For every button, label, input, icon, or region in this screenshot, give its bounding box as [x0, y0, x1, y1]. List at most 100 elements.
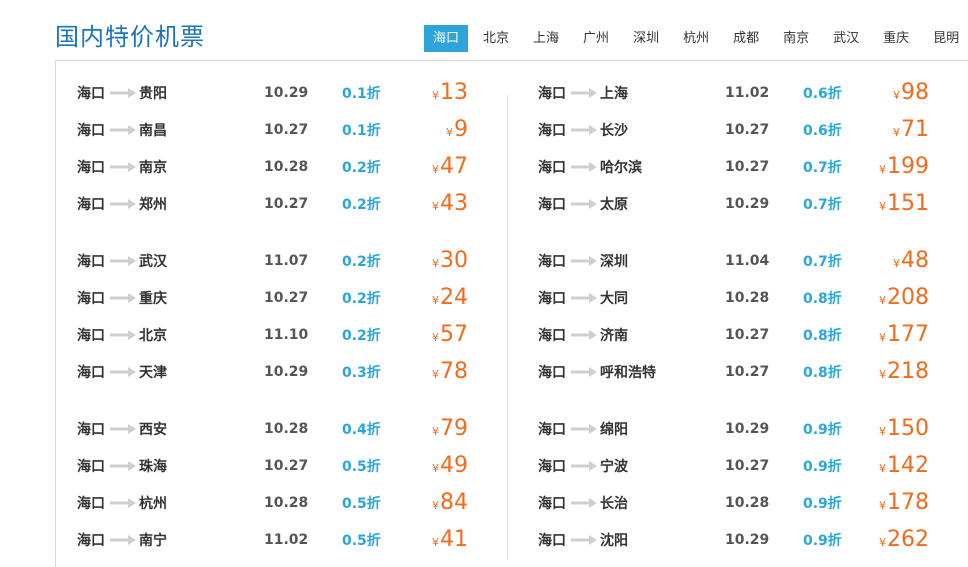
price: ¥142: [879, 452, 929, 480]
currency-symbol: ¥: [879, 294, 886, 307]
flight-row[interactable]: 海口 南宁 11.02 0.5折 ¥41: [77, 526, 468, 554]
discount-rate: 0.2折: [342, 254, 381, 270]
destination-city: 大同: [600, 291, 628, 307]
price: ¥208: [879, 284, 929, 312]
flight-date: 10.29: [725, 196, 770, 212]
price-value: 199: [887, 154, 929, 179]
destination-city: 上海: [600, 86, 628, 102]
destination-city: 杭州: [139, 496, 167, 512]
currency-symbol: ¥: [879, 536, 886, 549]
flight-date: 11.07: [264, 253, 309, 269]
flight-row[interactable]: 海口 大同 10.28 0.8折 ¥208: [538, 284, 929, 312]
arrow-right-icon: [110, 366, 136, 378]
flight-row[interactable]: 海口 呼和浩特 10.27 0.8折 ¥218: [538, 358, 929, 386]
tab-city[interactable]: 深圳: [624, 25, 668, 52]
flight-row[interactable]: 海口 上海 11.02 0.6折 ¥98: [538, 79, 929, 107]
tab-city[interactable]: 重庆: [874, 25, 918, 52]
flight-date: 11.04: [725, 253, 770, 269]
flight-row[interactable]: 海口 杭州 10.28 0.5折 ¥84: [77, 489, 468, 517]
currency-symbol: ¥: [879, 368, 886, 381]
discount-rate: 0.2折: [342, 197, 381, 213]
price-value: 208: [887, 285, 929, 310]
currency-symbol: ¥: [893, 89, 900, 102]
tab-city[interactable]: 杭州: [674, 25, 718, 52]
flight-row[interactable]: 海口 天津 10.29 0.3折 ¥78: [77, 358, 468, 386]
flight-row[interactable]: 海口 济南 10.27 0.8折 ¥177: [538, 321, 929, 349]
price: ¥78: [432, 358, 468, 386]
currency-symbol: ¥: [432, 425, 439, 438]
discount-rate: 0.8折: [803, 291, 842, 307]
discount-rate: 0.9折: [803, 496, 842, 512]
flight-row[interactable]: 海口 珠海 10.27 0.5折 ¥49: [77, 452, 468, 480]
tab-city[interactable]: 昆明: [924, 25, 968, 52]
origin-city: 海口: [538, 160, 566, 176]
arrow-right-icon: [571, 366, 597, 378]
destination-city: 珠海: [139, 459, 167, 475]
destination-city: 贵阳: [139, 86, 167, 102]
destination-city: 南宁: [139, 533, 167, 549]
flight-date: 10.27: [264, 122, 309, 138]
arrow-right-icon: [571, 534, 597, 546]
destination-city: 济南: [600, 328, 628, 344]
flight-row[interactable]: 海口 南京 10.28 0.2折 ¥47: [77, 153, 468, 181]
flight-date: 10.29: [264, 364, 309, 380]
destination-city: 太原: [600, 197, 628, 213]
discount-rate: 0.2折: [342, 291, 381, 307]
flight-row[interactable]: 海口 郑州 10.27 0.2折 ¥43: [77, 190, 468, 218]
discount-rate: 0.8折: [803, 365, 842, 381]
flight-row[interactable]: 海口 深圳 11.04 0.7折 ¥48: [538, 247, 929, 275]
origin-city: 海口: [538, 459, 566, 475]
discount-rate: 0.9折: [803, 422, 842, 438]
tab-city[interactable]: 上海: [524, 25, 568, 52]
origin-city: 海口: [538, 496, 566, 512]
flight-row[interactable]: 海口 长沙 10.27 0.6折 ¥71: [538, 116, 929, 144]
flight-row[interactable]: 海口 沈阳 10.29 0.9折 ¥262: [538, 526, 929, 554]
origin-city: 海口: [77, 328, 105, 344]
flight-date: 10.28: [264, 159, 309, 175]
discount-rate: 0.7折: [803, 197, 842, 213]
flight-row[interactable]: 海口 长治 10.28 0.9折 ¥178: [538, 489, 929, 517]
flight-date: 10.27: [725, 458, 770, 474]
origin-city: 海口: [538, 422, 566, 438]
tab-city[interactable]: 成都: [724, 25, 768, 52]
tab-city[interactable]: 海口: [424, 25, 469, 52]
flight-row[interactable]: 海口 贵阳 10.29 0.1折 ¥13: [77, 79, 468, 107]
flight-date: 10.29: [725, 532, 770, 548]
tab-city[interactable]: 北京: [474, 25, 518, 52]
tab-city[interactable]: 南京: [774, 25, 818, 52]
flight-row[interactable]: 海口 重庆 10.27 0.2折 ¥24: [77, 284, 468, 312]
origin-city: 海口: [538, 328, 566, 344]
arrow-right-icon: [110, 124, 136, 136]
flight-date: 10.27: [264, 458, 309, 474]
flight-row[interactable]: 海口 西安 10.28 0.4折 ¥79: [77, 415, 468, 443]
flight-row[interactable]: 海口 哈尔滨 10.27 0.7折 ¥199: [538, 153, 929, 181]
destination-city: 长沙: [600, 123, 628, 139]
flight-row[interactable]: 海口 宁波 10.27 0.9折 ¥142: [538, 452, 929, 480]
flight-row[interactable]: 海口 南昌 10.27 0.1折 ¥9: [77, 116, 468, 144]
flight-date: 10.29: [264, 85, 309, 101]
price-value: 142: [887, 453, 929, 478]
price: ¥41: [432, 526, 468, 554]
flight-row[interactable]: 海口 武汉 11.07 0.2折 ¥30: [77, 247, 468, 275]
price: ¥49: [432, 452, 468, 480]
destination-city: 南昌: [139, 123, 167, 139]
tab-city[interactable]: 广州: [574, 25, 618, 52]
price: ¥177: [879, 321, 929, 349]
flight-row[interactable]: 海口 绵阳 10.29 0.9折 ¥150: [538, 415, 929, 443]
origin-city: 海口: [77, 197, 105, 213]
origin-city: 海口: [77, 123, 105, 139]
destination-city: 长治: [600, 496, 628, 512]
origin-city: 海口: [538, 254, 566, 270]
flight-date: 10.27: [725, 159, 770, 175]
tab-city[interactable]: 武汉: [824, 25, 868, 52]
currency-symbol: ¥: [446, 126, 453, 139]
flight-row[interactable]: 海口 太原 10.29 0.7折 ¥151: [538, 190, 929, 218]
page-title: 国内特价机票: [55, 23, 205, 51]
arrow-right-icon: [571, 423, 597, 435]
destination-city: 武汉: [139, 254, 167, 270]
discount-rate: 0.3折: [342, 365, 381, 381]
flight-row[interactable]: 海口 北京 11.10 0.2折 ¥57: [77, 321, 468, 349]
city-tabs: 海口北京上海广州深圳杭州成都南京武汉重庆昆明>>: [424, 25, 968, 52]
column-divider: [507, 95, 508, 560]
flight-date: 10.27: [264, 290, 309, 306]
